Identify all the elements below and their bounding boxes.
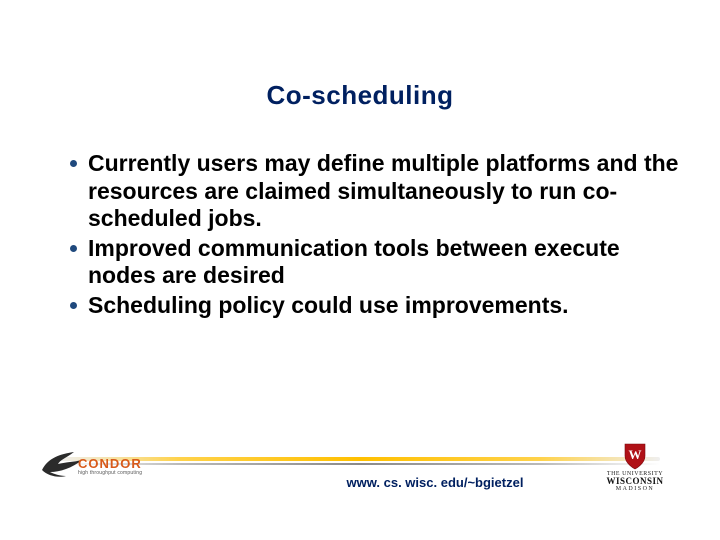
bullet-item: Currently users may define multiple plat… (70, 150, 680, 233)
slide-body: Currently users may define multiple plat… (70, 150, 680, 322)
condor-logo: CONDOR high throughput computing (40, 450, 150, 482)
condor-logo-text: CONDOR (78, 456, 142, 471)
slide-title: Co-scheduling (0, 80, 720, 111)
svg-text:W: W (629, 447, 642, 462)
slide: Co-scheduling Currently users may define… (0, 0, 720, 540)
condor-logo-subtext: high throughput computing (78, 470, 142, 476)
wisconsin-logo: W THE UNIVERSITY WISCONSIN MADISON (600, 442, 670, 492)
wisconsin-shield-icon: W (623, 442, 647, 470)
footer-url: www. cs. wisc. edu/~bgietzel (60, 475, 660, 490)
bullet-item: Scheduling policy could use improvements… (70, 292, 680, 320)
bullet-item: Improved communication tools between exe… (70, 235, 680, 290)
footer-rule (60, 457, 660, 465)
wisconsin-logo-main: WISCONSIN (600, 477, 670, 486)
slide-footer: www. cs. wisc. edu/~bgietzel CONDOR high… (60, 457, 660, 512)
wisconsin-logo-bottom: MADISON (600, 486, 670, 492)
